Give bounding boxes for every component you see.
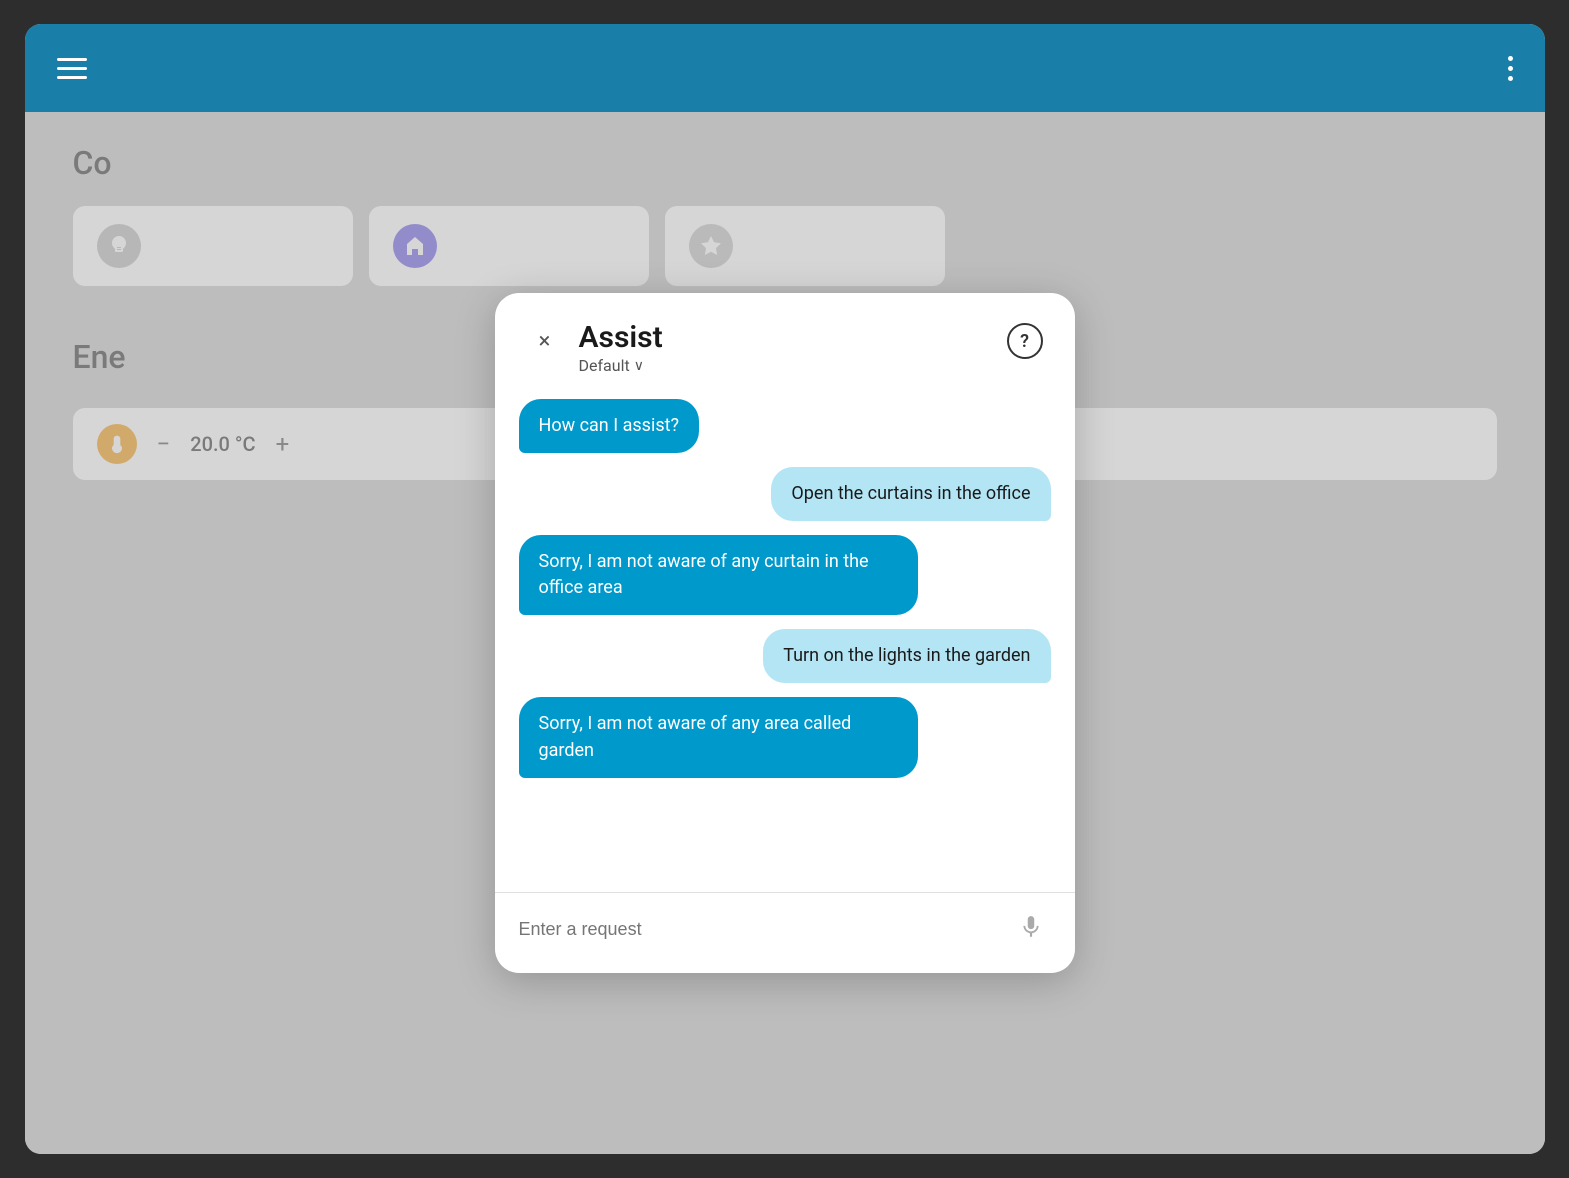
title-block: Assist Default ∨ [579,321,663,375]
dialog-title: Assist [579,321,663,354]
subtitle-text: Default [579,356,630,375]
chat-area: How can I assist? Open the curtains in t… [495,391,1075,892]
microphone-icon [1018,914,1044,944]
assist-dialog: × Assist Default ∨ ? How can [495,293,1075,973]
message-2: Sorry, I am not aware of any curtain in … [519,535,918,615]
help-button[interactable]: ? [1007,323,1043,359]
menu-button[interactable] [57,58,87,79]
message-4: Sorry, I am not aware of any area called… [519,697,918,777]
message-0: How can I assist? [519,399,700,453]
device-frame: Co [25,24,1545,1154]
microphone-button[interactable] [1011,909,1051,949]
top-bar [25,24,1545,112]
content-area: Co [25,112,1545,1154]
dialog-title-area: × Assist Default ∨ [527,321,663,375]
dialog-subtitle[interactable]: Default ∨ [579,356,663,375]
message-1: Open the curtains in the office [771,467,1050,521]
close-button[interactable]: × [527,323,563,359]
more-options-button[interactable] [1508,56,1513,81]
request-input[interactable] [519,911,999,948]
message-3: Turn on the lights in the garden [763,629,1050,683]
chevron-down-icon: ∨ [634,358,644,374]
dialog-header: × Assist Default ∨ ? [495,293,1075,391]
dialog-overlay: × Assist Default ∨ ? How can [25,112,1545,1154]
input-area [495,892,1075,973]
